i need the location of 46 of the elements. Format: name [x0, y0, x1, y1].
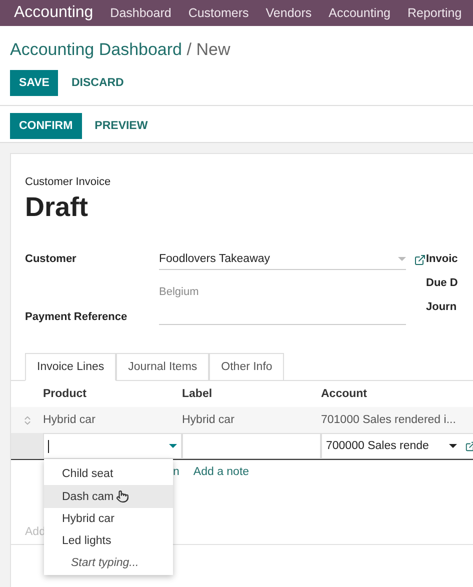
add-link[interactable]: n [173, 466, 180, 478]
add-link[interactable]: Add a note [193, 466, 250, 478]
field-label: Payment Reference [25, 311, 128, 323]
caret-icon [398, 257, 406, 261]
dropdown-option[interactable]: Led lights [44, 530, 173, 552]
primary-button[interactable]: SAVE [10, 70, 58, 96]
caret-icon [449, 444, 457, 448]
customer-field[interactable]: Foodlovers Takeaway [159, 253, 406, 270]
menu-item[interactable]: Reporting [408, 6, 462, 20]
dropdown-option[interactable]: Child seat [44, 463, 173, 485]
menu-item[interactable]: Customers [188, 6, 249, 20]
menu-item[interactable]: Dashboard [110, 6, 172, 20]
account-input[interactable]: 700000 Sales rende [321, 433, 473, 459]
table-cell-text: Hybrid car [182, 414, 236, 426]
menu-item[interactable]: Vendors [266, 6, 312, 20]
field-label: Journ [426, 301, 458, 313]
document-status: Draft [24, 191, 90, 223]
search-hint: Start typing... [70, 556, 140, 569]
tab[interactable]: Other Info [209, 353, 284, 381]
breadcrumb-link[interactable]: Accounting Dashboard [10, 40, 182, 59]
secondary-button[interactable]: DISCARD [62, 70, 133, 96]
dropdown-option[interactable]: Hybrid car [44, 508, 173, 530]
column-header[interactable]: Account [321, 388, 473, 400]
customer-address: Belgium [159, 286, 199, 298]
breadcrumb-current: New [196, 40, 230, 59]
pointer-cursor-icon [116, 490, 129, 503]
primary-button[interactable]: CONFIRM [10, 113, 82, 139]
dropdown-option[interactable]: Dash cam [44, 485, 173, 508]
tab[interactable]: Invoice Lines [25, 353, 116, 381]
table-cell-text: 701000 Sales rendered i... [321, 414, 457, 426]
menu-item[interactable]: Accounting [328, 6, 390, 20]
table-cell-text: Hybrid car [43, 414, 96, 426]
app-name: Accounting [14, 4, 94, 22]
external-link-icon[interactable] [414, 254, 426, 266]
label-input[interactable] [182, 433, 321, 459]
external-link-icon[interactable] [465, 440, 473, 452]
field-label: Invoic [426, 253, 459, 265]
secondary-button[interactable]: PREVIEW [86, 113, 157, 139]
tab[interactable]: Journal Items [116, 353, 210, 381]
column-header[interactable]: Product [43, 388, 182, 400]
caret-icon [169, 444, 177, 448]
breadcrumb-separator: / [186, 40, 192, 59]
document-type: Customer Invoice [24, 175, 112, 188]
field-label: Due D [426, 277, 459, 289]
column-header[interactable]: Label [182, 388, 321, 400]
field-label: Customer [25, 253, 76, 265]
